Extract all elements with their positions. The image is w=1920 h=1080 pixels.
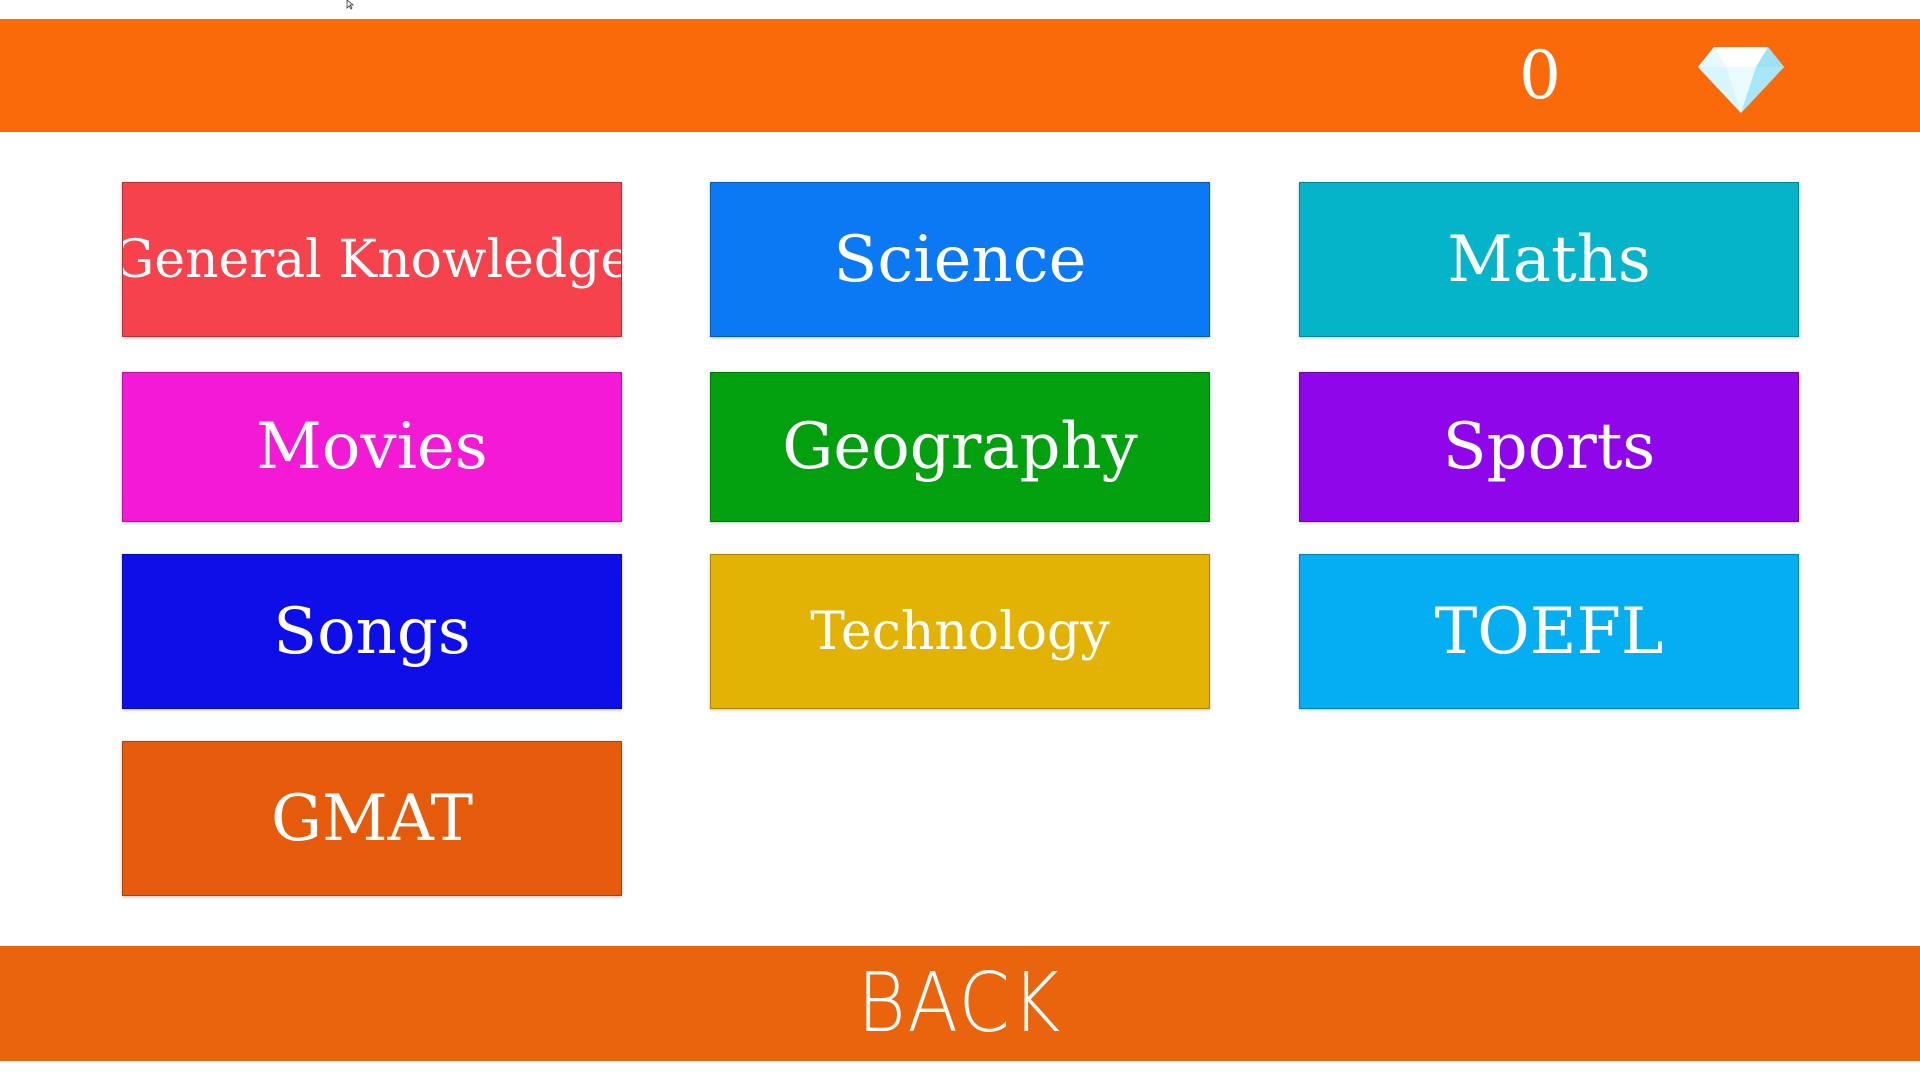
category-button-technology[interactable]: Technology [710,554,1210,709]
back-button[interactable]: BACK [0,946,1920,1061]
back-button-label: BACK [857,956,1063,1051]
category-grid: General Knowledge Science Maths Movies G… [0,0,1920,1080]
category-button-general-knowledge[interactable]: General Knowledge [122,182,622,337]
category-screen: 0 General Knowledge Science Maths Movies… [0,0,1920,1080]
category-button-toefl[interactable]: TOEFL [1299,554,1799,709]
category-button-movies[interactable]: Movies [122,372,622,522]
category-button-gmat[interactable]: GMAT [122,741,622,896]
category-button-geography[interactable]: Geography [710,372,1210,522]
category-button-songs[interactable]: Songs [122,554,622,709]
category-button-science[interactable]: Science [710,182,1210,337]
category-button-maths[interactable]: Maths [1299,182,1799,337]
category-button-sports[interactable]: Sports [1299,372,1799,522]
